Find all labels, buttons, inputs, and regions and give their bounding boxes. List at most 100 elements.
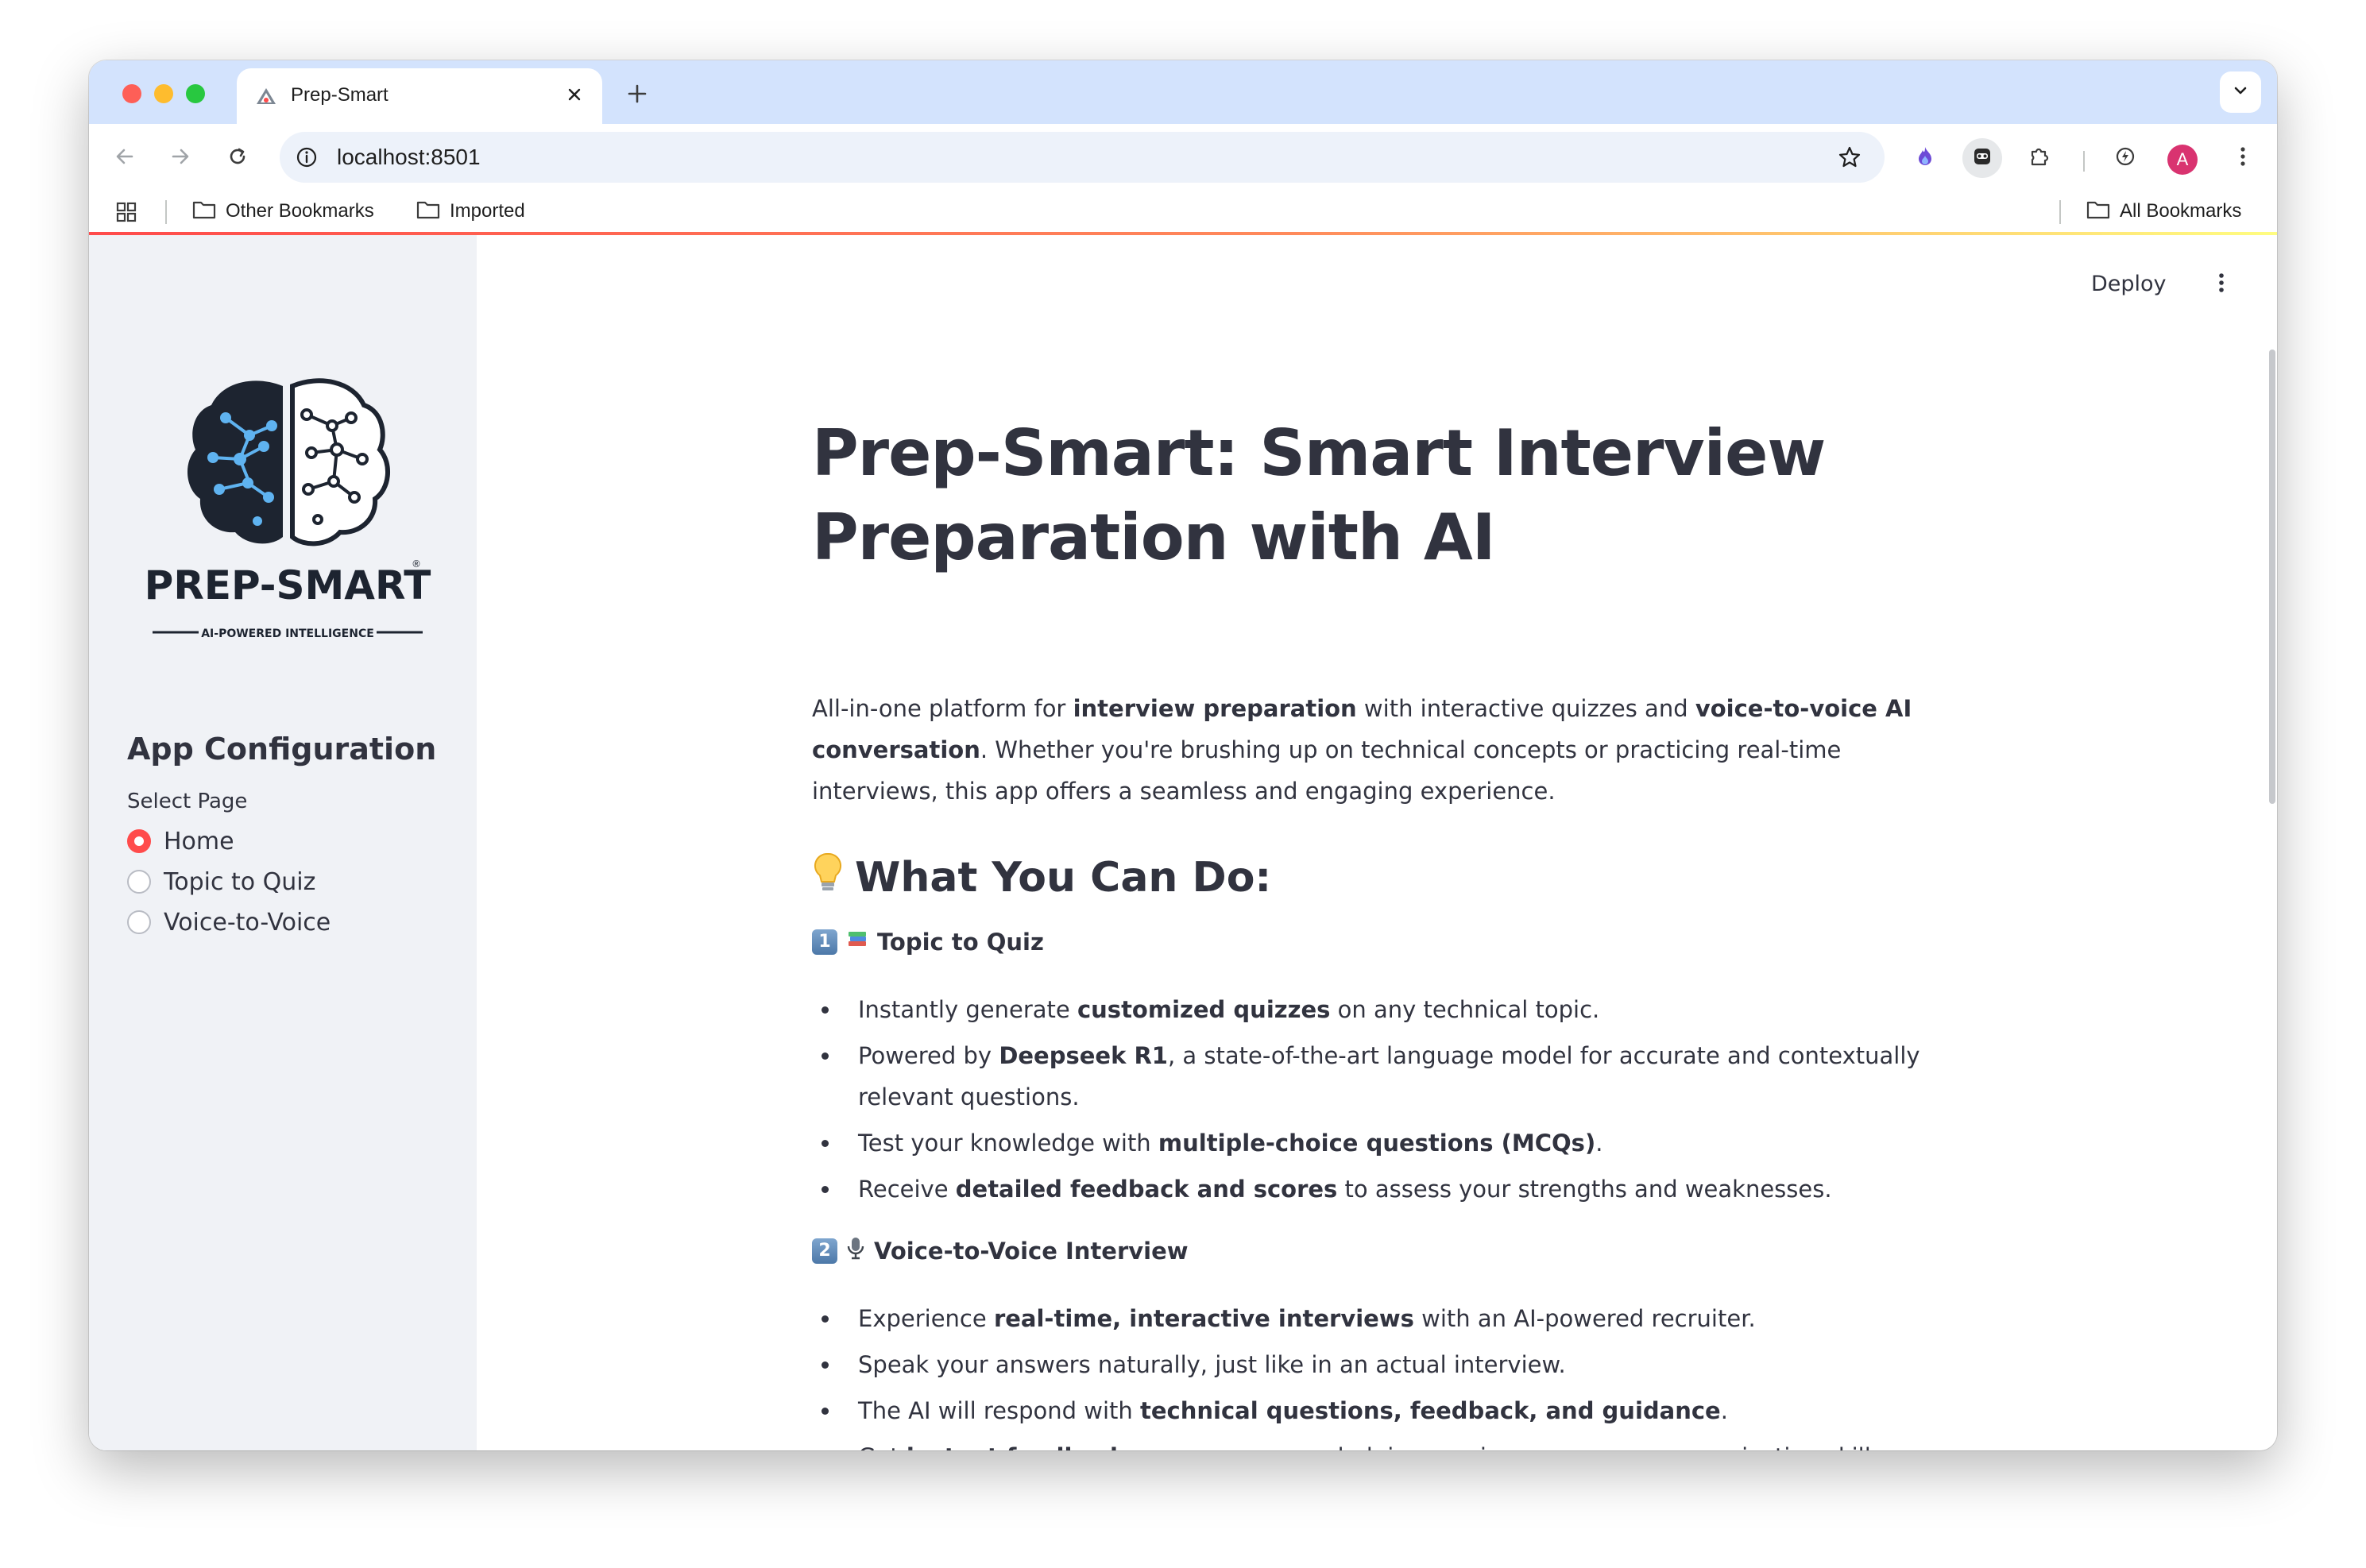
arrow-left-icon <box>114 145 136 172</box>
topic-to-quiz-feature-list: Instantly generate customized quizzes on… <box>812 989 2018 1215</box>
site-info-icon[interactable] <box>291 141 323 173</box>
radio-home[interactable]: Home <box>127 825 234 857</box>
item-text: Powered by <box>858 1042 999 1069</box>
what-heading-text: What You Can Do: <box>855 853 1272 902</box>
bookmark-star-icon[interactable] <box>1834 141 1865 173</box>
bookmark-all-label: All Bookmarks <box>2120 200 2242 222</box>
item-text: to assess your strengths and weaknesses. <box>1337 1176 1832 1203</box>
performance-button[interactable] <box>2105 138 2145 178</box>
browser-toolbar: localhost:8501 A <box>89 124 2277 191</box>
item-bold: instant feedback <box>907 1443 1125 1450</box>
item-text: . <box>1595 1130 1603 1157</box>
puzzle-icon <box>2028 145 2051 172</box>
tab-search-button[interactable] <box>2220 71 2261 113</box>
speed-icon <box>2113 145 2137 172</box>
browser-menu-button[interactable] <box>2223 138 2263 178</box>
item-text: . <box>1720 1397 1728 1424</box>
new-tab-button[interactable] <box>621 78 653 110</box>
profile-avatar[interactable]: A <box>2167 145 2198 175</box>
item-bold: technical questions, feedback, and guida… <box>1140 1397 1721 1424</box>
radio-button[interactable] <box>127 910 151 934</box>
list-item: Instantly generate customized quizzes on… <box>822 989 2018 1030</box>
app-configuration-heading: App Configuration <box>127 732 437 767</box>
app-page: PREP-SMART ® AI-POWERED INTELLIGENCE App… <box>89 232 2277 1450</box>
list-item: Speak your answers naturally, just like … <box>822 1344 2018 1385</box>
kebab-menu-icon <box>2239 145 2247 172</box>
app-menu-button[interactable] <box>2206 267 2237 302</box>
deploy-button[interactable]: Deploy <box>2091 272 2167 296</box>
tab-strip: Prep-Smart <box>89 60 2277 124</box>
list-item: Get instant feedback on your answers, he… <box>858 1436 2018 1450</box>
extension-mask-button[interactable] <box>1962 138 2002 178</box>
arrow-right-icon <box>169 145 191 172</box>
lightbulb-icon <box>812 852 844 903</box>
radio-label-home: Home <box>164 827 234 855</box>
section-topic-to-quiz-heading: 1 Topic to Quiz <box>812 927 1044 956</box>
item-text: Experience <box>858 1305 994 1332</box>
chevron-down-icon <box>2232 82 2249 103</box>
bookmark-other-label: Other Bookmarks <box>226 200 374 222</box>
bookmark-imported[interactable]: Imported <box>416 197 525 226</box>
svg-text:®: ® <box>412 558 421 570</box>
item-text: Speak your answers naturally, just like … <box>858 1351 1566 1378</box>
flame-icon <box>1913 145 1937 172</box>
keycap-number-icon: 1 <box>812 929 837 955</box>
tab-close-icon[interactable] <box>561 81 588 108</box>
item-bold: customized quizzes <box>1077 996 1331 1023</box>
item-text: with an AI-powered recruiter. <box>1413 1305 1756 1332</box>
browser-window: Prep-Smart localhost:8501 A Other Bookma… <box>89 60 2277 1450</box>
page-scrollbar[interactable] <box>2269 350 2275 804</box>
intro-text: with interactive quizzes and <box>1356 695 1695 722</box>
apps-grid-icon[interactable] <box>113 199 140 226</box>
item-bold: detailed feedback and scores <box>955 1176 1338 1203</box>
section-title: Voice-to-Voice Interview <box>874 1237 1189 1265</box>
voice-to-voice-feature-list: Experience real-time, interactive interv… <box>812 1298 2018 1450</box>
reload-button[interactable] <box>218 138 257 178</box>
list-item: Receive detailed feedback and scores to … <box>822 1168 2018 1210</box>
item-bold: real-time, interactive interviews <box>993 1305 1414 1332</box>
tab-prep-smart[interactable]: Prep-Smart <box>237 68 602 124</box>
intro-paragraph: All-in-one platform for interview prepar… <box>812 688 1956 812</box>
list-item: Test your knowledge with multiple-choice… <box>822 1122 2018 1164</box>
section-title: Topic to Quiz <box>877 928 1044 956</box>
sidebar: PREP-SMART ® AI-POWERED INTELLIGENCE App… <box>89 235 477 1450</box>
reload-icon <box>226 145 249 172</box>
list-item: The AI will respond with technical quest… <box>822 1390 2018 1431</box>
forward-button[interactable] <box>160 138 200 178</box>
books-icon <box>845 927 869 956</box>
minimize-window-button[interactable] <box>154 84 173 103</box>
bookmark-all[interactable]: All Bookmarks <box>2086 197 2241 226</box>
item-text: The AI will respond with <box>858 1397 1141 1424</box>
maximize-window-button[interactable] <box>186 84 205 103</box>
close-window-button[interactable] <box>122 84 141 103</box>
kebab-menu-icon <box>2217 271 2225 299</box>
radio-button[interactable] <box>127 870 151 894</box>
url-text[interactable]: localhost:8501 <box>337 145 481 170</box>
item-text: Get <box>858 1443 907 1450</box>
item-text: Receive <box>858 1176 956 1203</box>
logo-tagline: AI-POWERED INTELLIGENCE <box>201 628 374 640</box>
bookmarks-bar: Other Bookmarks Imported All Bookmarks <box>89 191 2277 232</box>
bookmark-other[interactable]: Other Bookmarks <box>192 197 374 226</box>
address-bar[interactable]: localhost:8501 <box>280 132 1885 183</box>
folder-icon <box>2086 199 2110 224</box>
folder-icon <box>192 199 216 224</box>
extensions-button[interactable] <box>2020 138 2059 178</box>
radio-voice-to-voice[interactable]: Voice-to-Voice <box>127 906 331 938</box>
radio-label-topic-to-quiz: Topic to Quiz <box>164 867 316 896</box>
folder-icon <box>416 199 440 224</box>
radio-button-checked[interactable] <box>127 829 151 853</box>
extension-flame-button[interactable] <box>1905 138 1945 178</box>
item-text: on your answers, helping you improve you… <box>1125 1443 1891 1450</box>
list-item: Powered by Deepseek R1, a state-of-the-a… <box>822 1035 2018 1118</box>
toolbar-divider <box>2083 151 2085 172</box>
intro-text: All-in-one platform for <box>812 695 1073 722</box>
radio-topic-to-quiz[interactable]: Topic to Quiz <box>127 866 315 898</box>
back-button[interactable] <box>105 138 145 178</box>
bookmark-imported-label: Imported <box>450 200 525 222</box>
item-text: on any technical topic. <box>1330 996 1600 1023</box>
tab-title: Prep-Smart <box>291 84 389 106</box>
logo-text: PREP-SMART <box>145 562 431 608</box>
page-title: Prep-Smart: Smart Interview Preparation … <box>812 416 1826 574</box>
mask-icon <box>1970 145 1994 172</box>
